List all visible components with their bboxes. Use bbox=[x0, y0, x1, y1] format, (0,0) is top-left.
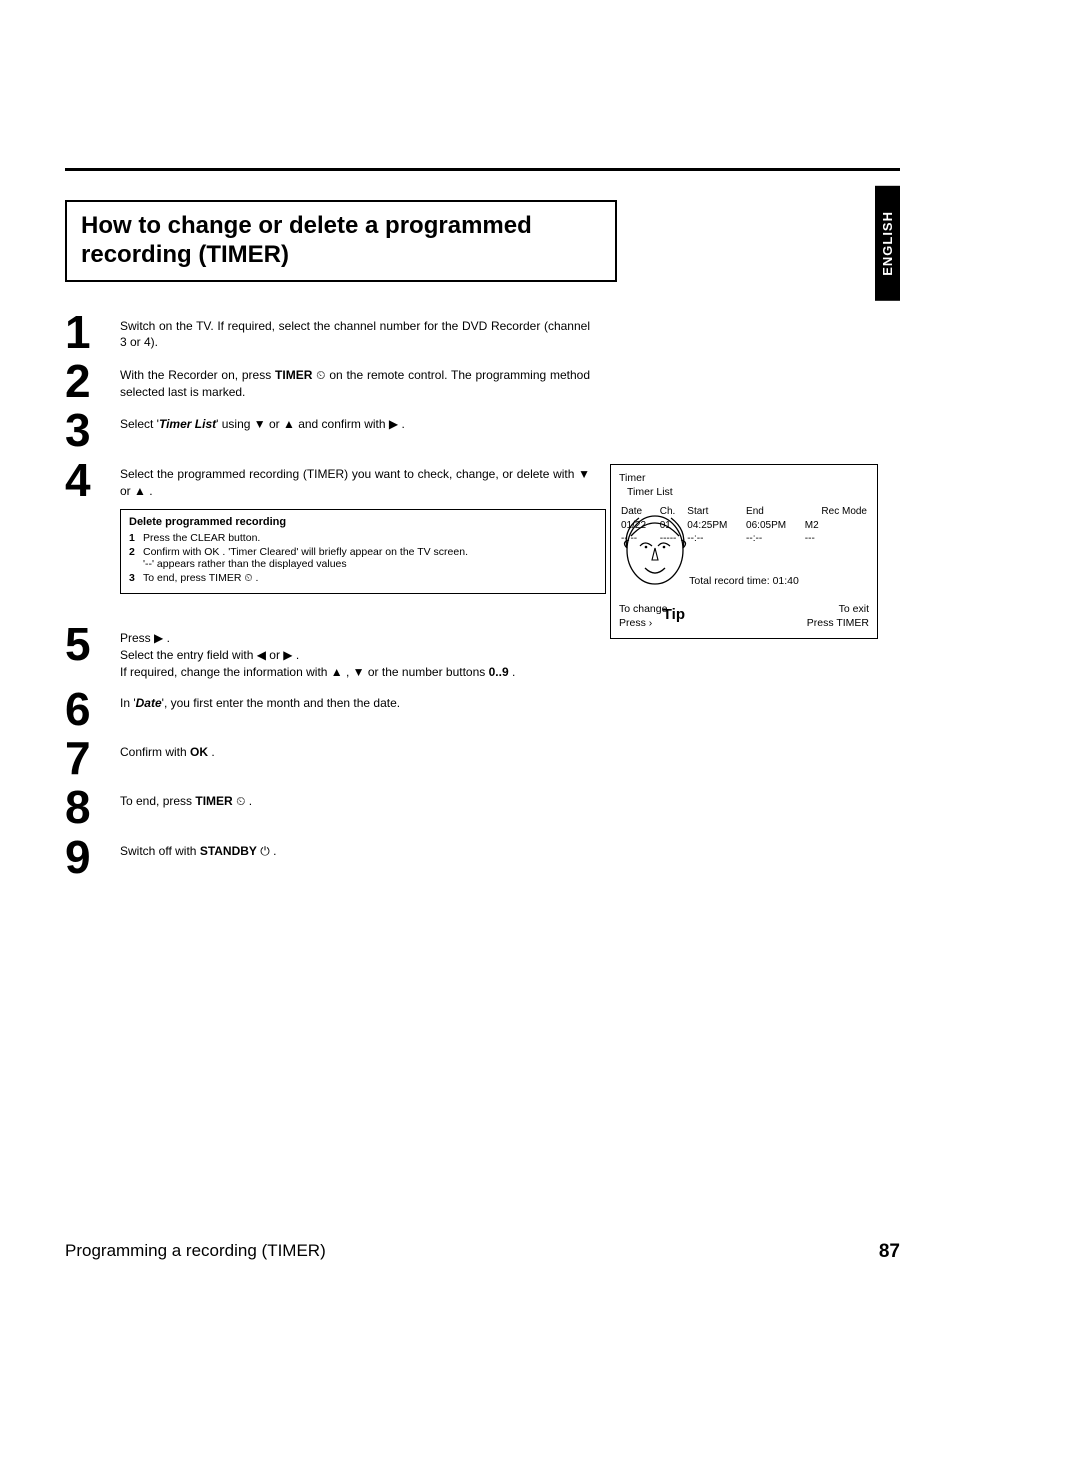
table-row: --/-- ----- --:-- --:-- --- bbox=[619, 532, 869, 546]
step-number: 2 bbox=[65, 361, 120, 402]
step-3: 3 Select 'Timer List' using ▼ or ▲ and c… bbox=[65, 410, 865, 451]
step-number: 1 bbox=[65, 312, 120, 353]
step-text: With the Recorder on, press TIMER ⏲ on t… bbox=[120, 361, 590, 401]
step-number: 3 bbox=[65, 410, 120, 451]
section-title: Programming a recording (TIMER) bbox=[65, 1241, 326, 1263]
language-tab: ENGLISH bbox=[875, 186, 900, 301]
step-number: 7 bbox=[65, 738, 120, 779]
step-8: 8 To end, press TIMER ⏲ . bbox=[65, 787, 865, 828]
power-icon: ⏻ bbox=[260, 844, 270, 858]
step-1: 1 Switch on the TV. If required, select … bbox=[65, 312, 865, 353]
title-box: How to change or delete a programmed rec… bbox=[65, 200, 617, 282]
step-number: 4 bbox=[65, 460, 120, 501]
osd-title: Timer bbox=[619, 471, 869, 485]
step-number: 8 bbox=[65, 787, 120, 828]
step-number: 9 bbox=[65, 837, 120, 878]
osd-table: Date Ch. Start End Rec Mode 01/22 01 04:… bbox=[619, 505, 869, 546]
clock-icon: ⏲ bbox=[244, 572, 252, 584]
step-text: Select the programmed recording (TIMER) … bbox=[120, 460, 590, 500]
step-text: Press ▶ . Select the entry field with ◀ … bbox=[120, 624, 590, 680]
step-text: Switch on the TV. If required, select th… bbox=[120, 312, 590, 352]
step-text: To end, press TIMER ⏲ . bbox=[120, 787, 590, 810]
tip-box: Delete programmed recording 1Press the C… bbox=[120, 509, 606, 594]
osd-subtitle: Timer List bbox=[627, 485, 869, 499]
step-9: 9 Switch off with STANDBY ⏻ . bbox=[65, 837, 865, 878]
clock-icon: ⏲ bbox=[316, 368, 325, 382]
step-6: 6 In 'Date', you first enter the month a… bbox=[65, 689, 865, 730]
osd-timer-list: Timer Timer List Date Ch. Start End Rec … bbox=[610, 464, 878, 639]
page-footer: Programming a recording (TIMER) 87 bbox=[65, 1241, 900, 1263]
osd-footer: To changePress › To exitPress TIMER bbox=[619, 602, 869, 630]
page-number: 87 bbox=[879, 1241, 900, 1263]
step-number: 6 bbox=[65, 689, 120, 730]
tip-title: Delete programmed recording bbox=[129, 516, 597, 528]
step-7: 7 Confirm with OK . bbox=[65, 738, 865, 779]
page-title: How to change or delete a programmed rec… bbox=[81, 212, 601, 270]
step-text: Select 'Timer List' using ▼ or ▲ and con… bbox=[120, 410, 590, 433]
step-number: 5 bbox=[65, 624, 120, 665]
table-row: 01/22 01 04:25PM 06:05PM M2 bbox=[619, 519, 869, 533]
osd-total: Total record time: 01:40 bbox=[619, 574, 869, 588]
step-2: 2 With the Recorder on, press TIMER ⏲ on… bbox=[65, 361, 865, 402]
step-text: Confirm with OK . bbox=[120, 738, 590, 761]
step-text: Switch off with STANDBY ⏻ . bbox=[120, 837, 590, 860]
top-rule bbox=[65, 168, 900, 171]
step-text: In 'Date', you first enter the month and… bbox=[120, 689, 590, 712]
